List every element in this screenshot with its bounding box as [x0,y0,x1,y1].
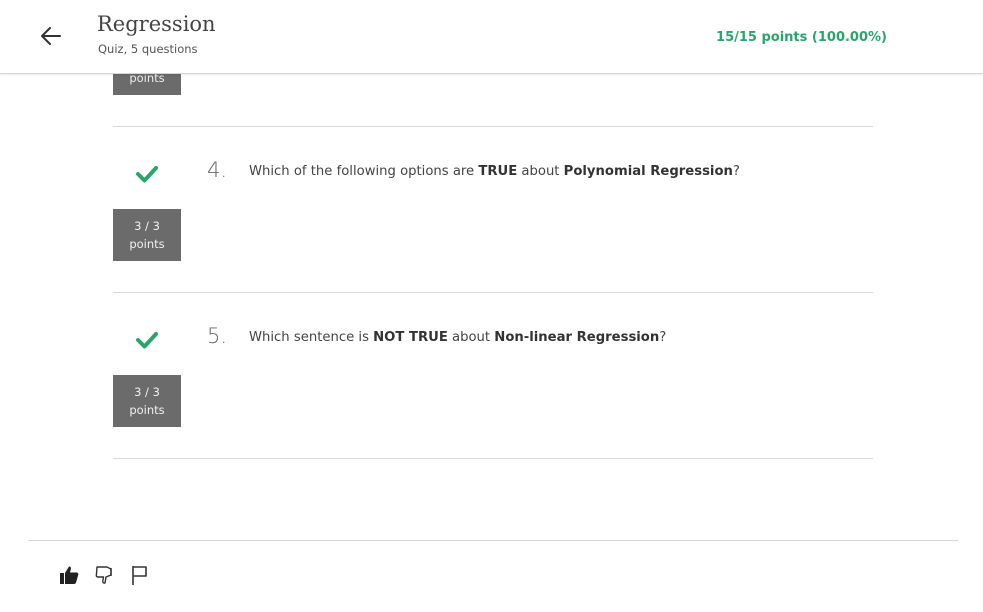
question-keyword: TRUE [478,164,518,179]
question-text-part: ? [732,164,740,179]
like-button[interactable] [58,564,82,586]
question-divider [113,458,873,459]
question-number: 4. [207,158,228,182]
footer-divider [28,540,958,541]
total-score: 15/15 points (100.00%) [716,30,887,45]
check-icon [136,166,158,183]
question-text: Which sentence is NOT TRUE about Non-lin… [249,330,666,345]
question-topic: Polynomial Regression [563,164,733,179]
thumbs-down-icon [95,566,112,584]
question-keyword: NOT TRUE [373,330,448,345]
score-value: 3 / 3 [134,219,160,233]
question-text: Which of the following options are TRUE … [249,164,740,179]
question-4-score-badge: 3 / 3 points [113,209,181,261]
question-text-part: Which of the following options are [249,164,479,179]
points-label: points [129,403,165,417]
back-button[interactable] [36,22,66,50]
check-icon [136,332,158,349]
question-text-part: about [517,164,564,179]
question-text-part: about [447,330,495,345]
page-title: Regression [97,12,216,36]
dislike-button[interactable] [94,564,118,586]
question-topic: Non-linear Regression [494,330,660,345]
flag-button[interactable] [130,564,154,586]
points-label: points [129,237,165,251]
quiz-subtitle: Quiz, 5 questions [98,42,198,56]
question-text-part: ? [659,330,667,345]
score-value: 3 / 3 [134,385,160,399]
question-5-score-badge: 3 / 3 points [113,375,181,427]
question-text-part: Which sentence is [249,330,374,345]
question-divider [113,126,873,127]
thumbs-up-icon [60,566,79,584]
arrow-left-icon [41,27,61,45]
flag-icon [132,566,147,585]
question-divider [113,292,873,293]
quiz-header: Regression Quiz, 5 questions 15/15 point… [0,0,983,74]
question-number: 5. [207,324,228,348]
